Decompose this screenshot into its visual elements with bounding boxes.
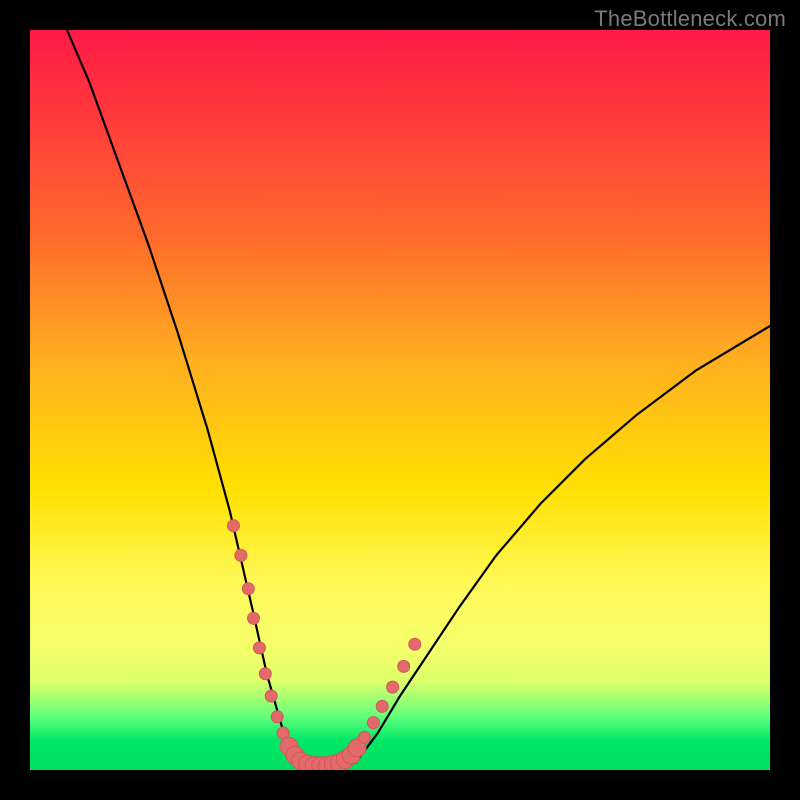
chart-frame: TheBottleneck.com [0, 0, 800, 800]
highlight-dots [228, 520, 421, 770]
dot [367, 717, 379, 729]
dot [271, 711, 283, 723]
plot-overlay [30, 30, 770, 770]
dot [259, 668, 271, 680]
watermark-text: TheBottleneck.com [594, 6, 786, 32]
dot [235, 549, 247, 561]
plot-area [30, 30, 770, 770]
dot [248, 612, 260, 624]
dot [398, 660, 410, 672]
dot [242, 583, 254, 595]
dot [253, 642, 265, 654]
dot [265, 690, 277, 702]
dot [359, 731, 371, 743]
dot [228, 520, 240, 532]
dot [409, 638, 421, 650]
dot [376, 700, 388, 712]
dot [387, 681, 399, 693]
bottleneck-curve [67, 30, 770, 766]
